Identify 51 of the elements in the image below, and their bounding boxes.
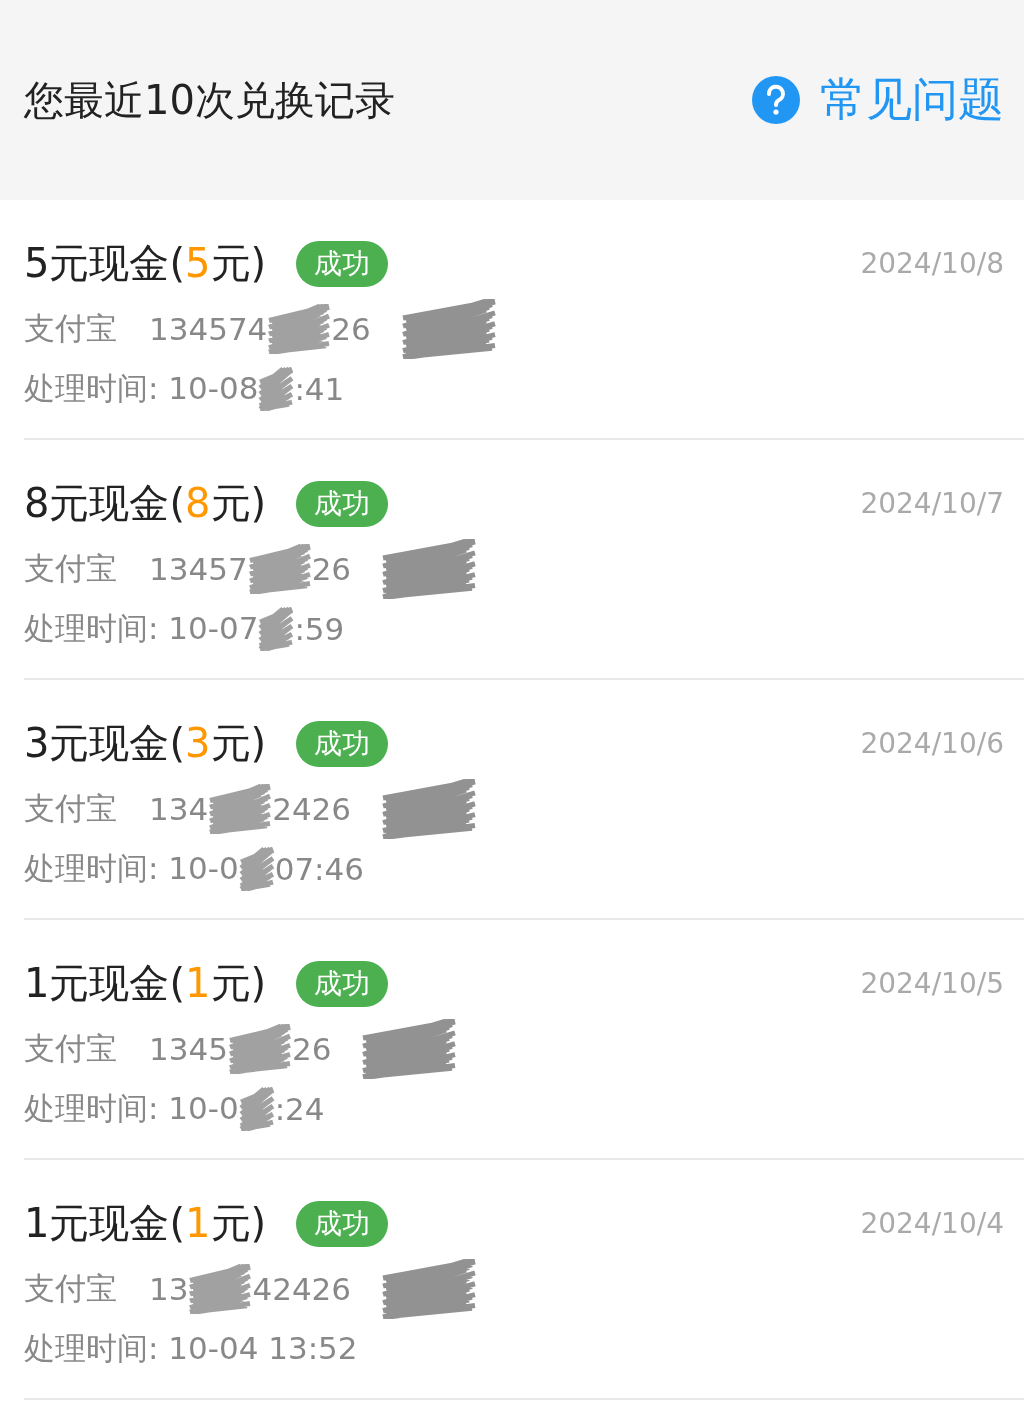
account-number: 13457: [149, 551, 248, 587]
scribble-drawing: [227, 1024, 292, 1074]
process-time: :24: [274, 1091, 325, 1127]
process-time: 处理时间: 10-04 13:52: [24, 1329, 358, 1368]
payment-method: 支付宝: [24, 1029, 117, 1068]
account-number: 134: [149, 791, 209, 827]
account-number: 2426: [272, 791, 352, 827]
record-date: 2024/10/4: [860, 1207, 1004, 1240]
record-date: 2024/10/7: [860, 487, 1004, 520]
process-time: :41: [294, 371, 345, 407]
scribble-drawing: [238, 1087, 275, 1131]
payment-method: 支付宝: [24, 549, 117, 588]
record-title: 1元现金(1元): [24, 1199, 267, 1248]
payment-method: 支付宝: [24, 309, 117, 348]
account-number: 134574: [149, 311, 268, 347]
record-title: 3元现金(3元): [24, 719, 267, 768]
account-number: 42426: [252, 1271, 352, 1307]
account-number: 26: [331, 311, 371, 347]
record-date: 2024/10/8: [860, 247, 1004, 280]
process-time: 处理时间: 10-07: [24, 609, 259, 648]
record-title: 5元现金(5元): [24, 239, 267, 288]
scribble-drawing: [267, 304, 332, 354]
process-time: :59: [294, 611, 345, 647]
account-number: 26: [311, 551, 352, 587]
process-time: 处理时间: 10-0: [24, 1089, 239, 1128]
payment-method: 支付宝: [24, 1269, 117, 1308]
scribble-drawing: [238, 847, 275, 891]
status-badge: 成功: [296, 960, 389, 1007]
scribble-drawing: [258, 607, 295, 651]
status-badge: 成功: [296, 480, 389, 527]
record-title: 8元现金(8元): [24, 479, 267, 528]
scribble-drawing: [208, 784, 273, 834]
status-badge: 成功: [296, 240, 389, 287]
faq-link[interactable]: 常见问题: [752, 69, 1004, 131]
account-number: 26: [291, 1031, 332, 1067]
scribble-drawing: [188, 1264, 253, 1314]
help-icon: [752, 76, 800, 124]
record-title: 1元现金(1元): [24, 959, 267, 1008]
payment-method: 支付宝: [24, 789, 117, 828]
status-badge: 成功: [296, 1200, 389, 1247]
process-time: 处理时间: 10-0: [24, 849, 239, 888]
record-date: 2024/10/5: [860, 967, 1004, 1000]
page-title: 您最近10次兑换记录: [24, 75, 395, 125]
status-badge: 成功: [296, 720, 389, 767]
record-date: 2024/10/6: [860, 727, 1004, 760]
scribble-drawing: [258, 367, 295, 411]
scribble-drawing: [247, 544, 312, 594]
process-time: 处理时间: 10-08: [24, 369, 259, 408]
account-number: 13: [149, 1271, 189, 1307]
process-time: 07:46: [274, 851, 364, 887]
account-number: 1345: [149, 1031, 228, 1067]
